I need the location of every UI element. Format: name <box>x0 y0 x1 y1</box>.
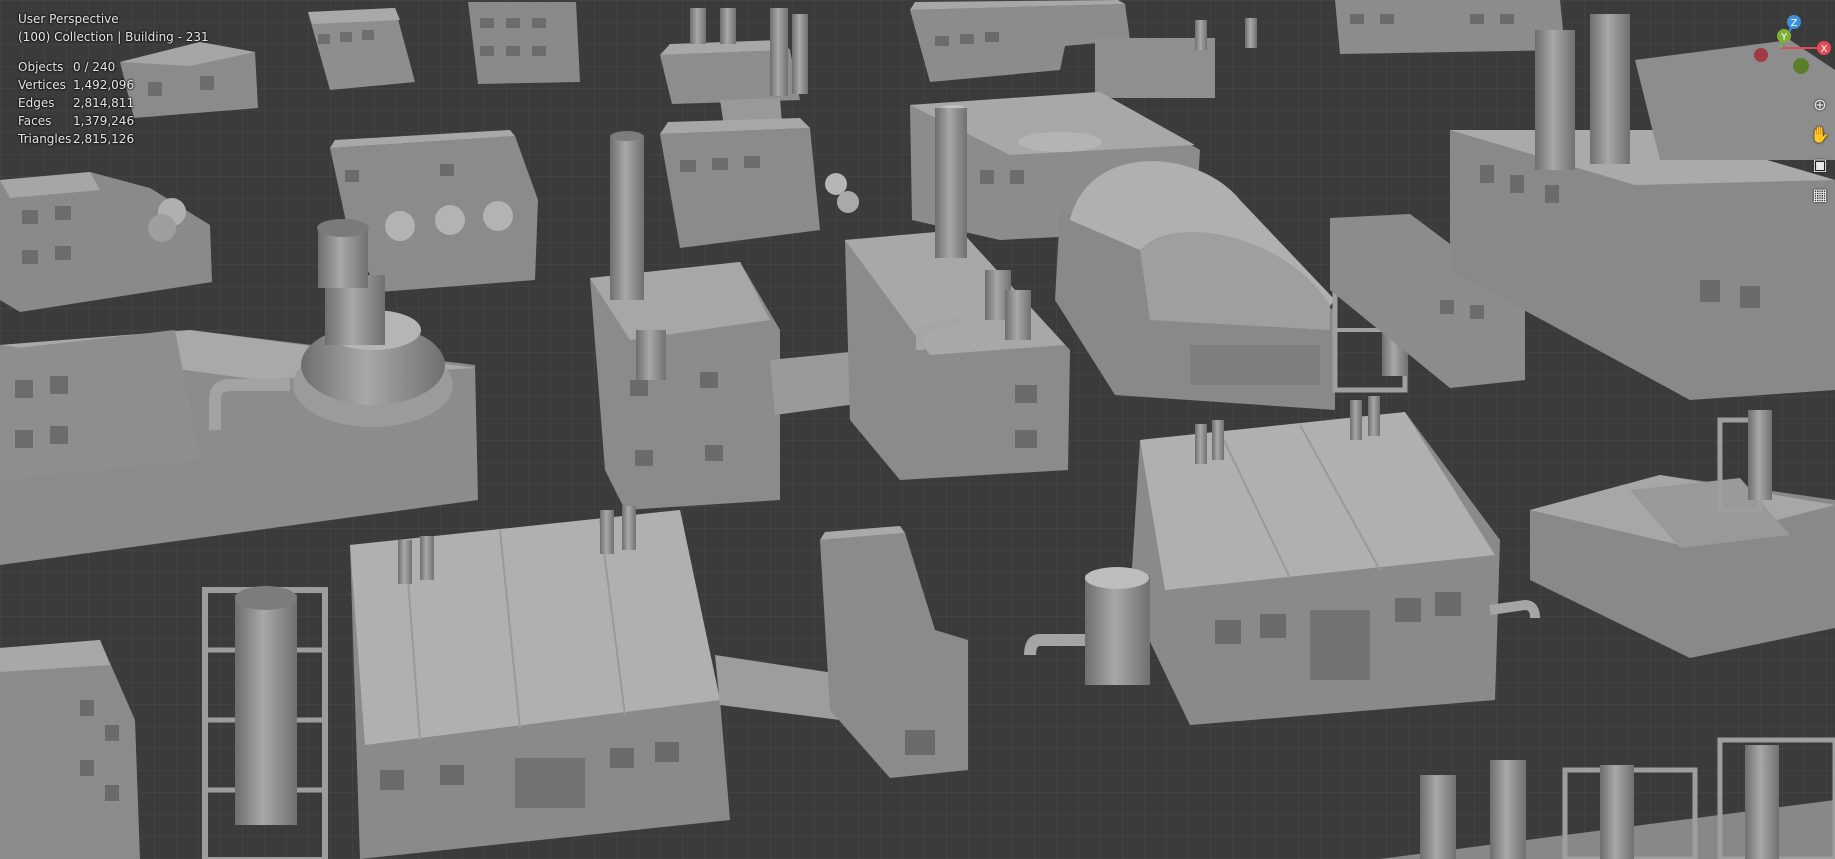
gizmo-neg-y-axis[interactable] <box>1793 58 1809 74</box>
hand-pan-icon[interactable]: ✋ <box>1808 122 1832 146</box>
building-left-balls[interactable] <box>0 172 212 312</box>
3d-viewport[interactable]: User Perspective (100) Collection | Buil… <box>0 0 1835 859</box>
stat-faces: Faces 1,379,246 <box>18 114 135 128</box>
view-name-label: User Perspective <box>18 12 119 26</box>
svg-text:X: X <box>1821 44 1828 55</box>
refinery-bottom-right[interactable] <box>1380 737 1835 859</box>
hangar-quonset[interactable] <box>1055 161 1335 410</box>
building-top-right-pair[interactable] <box>1335 0 1565 54</box>
stat-objects: Objects 0 / 240 <box>18 60 116 74</box>
collection-info-label: (100) Collection | Building - 231 <box>18 30 209 44</box>
warehouse-front-right[interactable] <box>1024 396 1540 725</box>
navigation-gizmo[interactable]: Z Y X <box>1736 10 1835 80</box>
platform-solar-right[interactable] <box>1530 410 1835 658</box>
building-front-small[interactable] <box>820 526 968 778</box>
warehouse-front[interactable] <box>350 506 730 859</box>
gizmo-neg-x-axis[interactable] <box>1754 48 1768 62</box>
grid-ortho-icon[interactable]: ▦ <box>1808 182 1832 206</box>
svg-text:Y: Y <box>1780 32 1788 43</box>
stat-vertices: Vertices 1,492,096 <box>18 78 135 92</box>
svg-text:Z: Z <box>1791 18 1798 29</box>
building-long-top[interactable] <box>910 0 1257 98</box>
stat-edges: Edges 2,814,811 <box>18 96 135 110</box>
scene-render <box>0 0 1835 859</box>
lattice-tower-front[interactable] <box>202 586 328 859</box>
refinery-top-center[interactable] <box>660 8 808 126</box>
building-small-1[interactable] <box>308 8 415 90</box>
viewport-info-overlay: User Perspective (100) Collection | Buil… <box>18 10 209 148</box>
building-bottom-left[interactable] <box>0 640 140 859</box>
building-small-2[interactable] <box>468 2 580 84</box>
zoom-icon[interactable]: ⊕ <box>1808 92 1832 116</box>
camera-icon[interactable]: ▣ <box>1808 152 1832 176</box>
building-center-top[interactable] <box>660 118 859 248</box>
viewport-nav-tools: ⊕ ✋ ▣ ▦ <box>1808 92 1832 212</box>
stat-triangles: Triangles 2,815,126 <box>18 132 135 146</box>
